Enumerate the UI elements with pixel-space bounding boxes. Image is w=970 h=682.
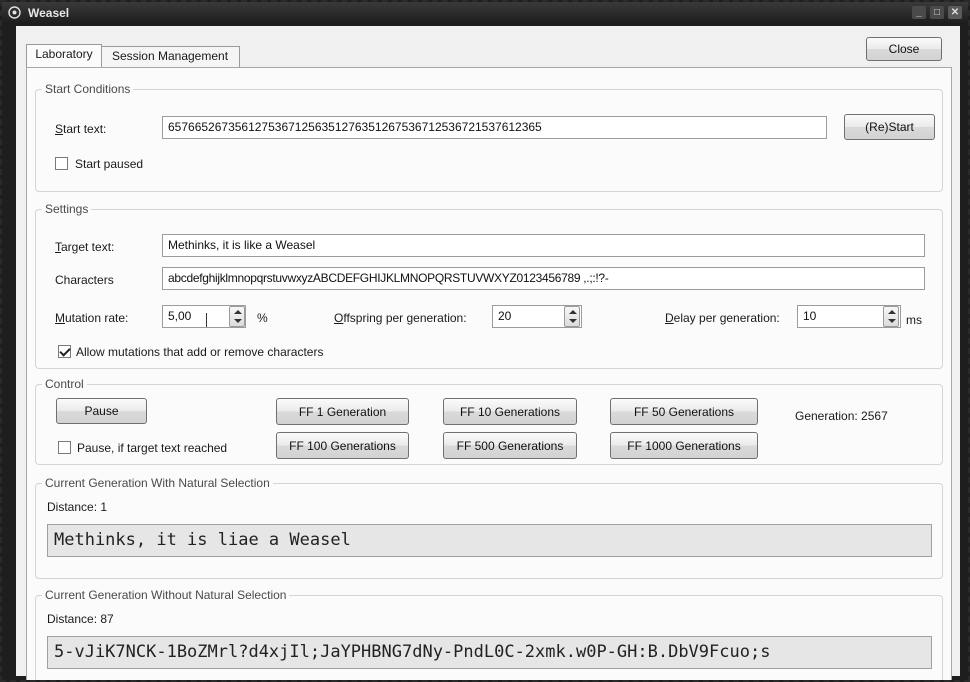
ff-500-generations-button[interactable]: FF 500 Generations — [443, 432, 577, 459]
text-cursor-icon — [206, 313, 207, 327]
settings-group: Settings Target text: Methinks, it is li… — [35, 202, 943, 369]
mutation-rate-spinner[interactable] — [229, 306, 245, 327]
offspring-spinner[interactable] — [564, 306, 580, 327]
control-group: Control Pause Pause, if target text reac… — [35, 377, 943, 465]
characters-label: Characters — [55, 273, 114, 287]
start-conditions-title: Start Conditions — [42, 82, 134, 96]
with-selection-group: Current Generation With Natural Selectio… — [35, 476, 943, 579]
start-text-label: Start text: — [55, 122, 107, 136]
delay-spinner[interactable] — [883, 306, 899, 327]
delay-unit: ms — [906, 313, 922, 327]
allow-mutations-label[interactable]: Allow mutations that add or remove chara… — [76, 345, 323, 359]
restart-button[interactable]: (Re)Start — [844, 114, 935, 140]
without-selection-text: 5-vJiK7NCK-1BoZMrl?d4xjIl;JaYPHBNG7dNy-P… — [47, 636, 932, 669]
window-title: Weasel — [28, 6, 70, 20]
characters-input[interactable]: abcdefghijklmnopqrstuvwxyzABCDEFGHIJKLMN… — [162, 267, 925, 290]
without-selection-title: Current Generation Without Natural Selec… — [42, 588, 290, 602]
pause-if-reached-label[interactable]: Pause, if target text reached — [77, 441, 227, 455]
start-text-input[interactable]: 6576652673561275367125635127635126753671… — [162, 116, 827, 139]
pause-button[interactable]: Pause — [56, 398, 147, 424]
ff-100-generations-button[interactable]: FF 100 Generations — [276, 432, 409, 459]
with-selection-text: Methinks, it is liae a Weasel — [47, 524, 932, 557]
ff-1000-generations-button[interactable]: FF 1000 Generations — [610, 432, 758, 459]
app-icon — [8, 6, 21, 19]
control-title: Control — [42, 377, 87, 391]
app-window: Weasel _ □ ✕ Laboratory Session Manageme… — [0, 0, 970, 682]
ff-10-generations-button[interactable]: FF 10 Generations — [443, 398, 577, 425]
with-selection-title: Current Generation With Natural Selectio… — [42, 476, 273, 490]
start-paused-label[interactable]: Start paused — [75, 157, 143, 171]
ff-50-generations-button[interactable]: FF 50 Generations — [610, 398, 758, 425]
pause-if-reached-checkbox[interactable] — [58, 441, 71, 454]
delay-label: Delay per generation: — [665, 311, 780, 325]
ff-1-generation-button[interactable]: FF 1 Generation — [276, 398, 409, 425]
with-selection-distance: Distance: 1 — [47, 500, 108, 514]
start-paused-checkbox[interactable] — [55, 157, 68, 170]
client-area: Laboratory Session Management Close Star… — [16, 26, 960, 680]
title-bar[interactable]: Weasel _ □ ✕ — [2, 2, 968, 24]
generation-counter: Generation: 2567 — [795, 409, 888, 423]
close-window-icon[interactable]: ✕ — [948, 6, 962, 19]
close-button[interactable]: Close — [866, 37, 942, 61]
tab-session-management[interactable]: Session Management — [100, 46, 240, 67]
tab-laboratory[interactable]: Laboratory — [26, 44, 102, 67]
laboratory-page: Start Conditions Start text: 65766526735… — [26, 67, 952, 680]
target-text-label: Target text: — [55, 240, 115, 254]
mutation-rate-label: Mutation rate: — [55, 311, 129, 325]
without-selection-distance: Distance: 87 — [47, 612, 114, 626]
maximize-icon[interactable]: □ — [930, 6, 944, 19]
without-selection-group: Current Generation Without Natural Selec… — [35, 588, 943, 680]
mutation-rate-unit: % — [257, 311, 268, 325]
settings-title: Settings — [42, 202, 92, 216]
minimize-icon[interactable]: _ — [912, 6, 926, 19]
start-conditions-group: Start Conditions Start text: 65766526735… — [35, 82, 943, 192]
target-text-input[interactable]: Methinks, it is like a Weasel — [162, 234, 925, 257]
allow-mutations-checkbox[interactable] — [58, 345, 71, 358]
offspring-label: Offspring per generation: — [334, 311, 467, 325]
